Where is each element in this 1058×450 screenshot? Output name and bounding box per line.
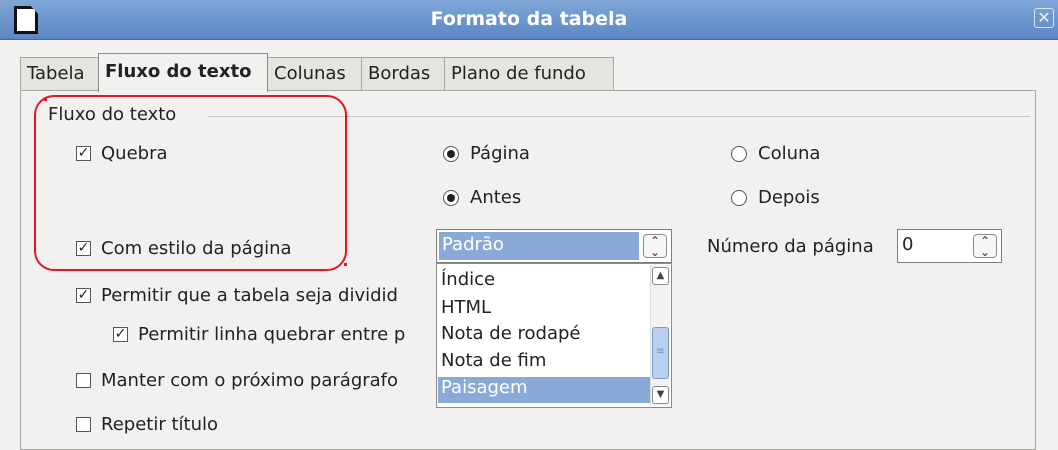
coluna-radio[interactable]: Coluna — [731, 143, 820, 164]
title-bar: Formato da tabela ✕ — [0, 0, 1058, 40]
coluna-label: Coluna — [758, 143, 821, 164]
manter-label: Manter com o próximo parágrafo — [101, 370, 399, 391]
dropdown-item[interactable]: HTML — [441, 297, 491, 323]
tab-fluxo-do-texto[interactable]: Fluxo do texto — [98, 53, 268, 92]
page-number-label: Número da página — [707, 236, 874, 257]
annotation-highlight — [34, 95, 347, 271]
page-number-value: 0 — [902, 234, 914, 255]
pagina-radio[interactable]: Página — [443, 143, 530, 164]
repetir-label: Repetir título — [101, 414, 218, 435]
tab-bordas[interactable]: Bordas — [361, 57, 445, 91]
page-style-dropdown: Índice HTML Nota de rodapé Nota de fim P… — [436, 263, 672, 408]
combo-toggle-button[interactable]: ⌃ ⌄ — [643, 234, 667, 258]
radio-unselected-icon — [731, 189, 747, 206]
permitir-linha-label: Permitir linha quebrar entre p — [138, 324, 406, 345]
repetir-checkbox[interactable]: Repetir título — [76, 414, 218, 435]
radio-unselected-icon — [731, 145, 747, 162]
manter-checkbox[interactable]: Manter com o próximo parágrafo — [76, 370, 398, 391]
scroll-thumb[interactable]: ≡ — [652, 327, 669, 379]
dropdown-item[interactable]: Nota de fim — [441, 350, 546, 376]
annotation-mark — [344, 263, 347, 266]
spin-button[interactable]: ⌃ ⌄ — [973, 234, 997, 258]
scroll-up-icon[interactable]: ▲ — [652, 267, 669, 285]
checkbox-unchecked-icon — [76, 373, 91, 388]
chevron-down-icon: ⌄ — [649, 245, 661, 259]
pagina-label: Página — [470, 143, 530, 164]
close-button[interactable]: ✕ — [1034, 8, 1054, 28]
checkbox-unchecked-icon — [76, 417, 91, 432]
radio-selected-icon — [443, 145, 459, 162]
radio-selected-icon — [443, 189, 459, 206]
dropdown-item[interactable]: Nota de rodapé — [441, 323, 580, 349]
tab-tabela[interactable]: Tabela — [20, 57, 100, 91]
page-style-value: Padrão — [439, 232, 639, 260]
page-number-spinbox[interactable]: 0 ⌃ ⌄ — [897, 229, 1002, 263]
permitir-tabela-checkbox[interactable]: ✓ Permitir que a tabela seja dividid — [76, 285, 398, 306]
antes-label: Antes — [470, 187, 522, 208]
dropdown-scrollbar[interactable]: ▲ ≡ ▼ — [650, 265, 670, 406]
dropdown-item[interactable]: Índice — [441, 269, 495, 295]
antes-radio[interactable]: Antes — [443, 187, 521, 208]
window-title: Formato da tabela — [430, 8, 628, 30]
chevron-down-icon: ⌄ — [979, 245, 991, 259]
permitir-linha-checkbox[interactable]: ✓ Permitir linha quebrar entre p — [113, 324, 405, 345]
page-style-combobox[interactable]: Padrão ⌃ ⌄ — [436, 229, 672, 263]
permitir-tabela-label: Permitir que a tabela seja dividid — [101, 285, 398, 306]
checkbox-checked-icon: ✓ — [113, 326, 128, 342]
dropdown-item-selected[interactable]: Paisagem — [438, 377, 650, 403]
annotation-mark — [44, 98, 47, 101]
depois-label: Depois — [758, 187, 820, 208]
scroll-down-icon[interactable]: ▼ — [652, 386, 669, 404]
tab-plano-de-fundo[interactable]: Plano de fundo — [444, 57, 614, 91]
depois-radio[interactable]: Depois — [731, 187, 820, 208]
checkbox-checked-icon: ✓ — [76, 287, 91, 303]
tab-colunas[interactable]: Colunas — [267, 57, 362, 91]
